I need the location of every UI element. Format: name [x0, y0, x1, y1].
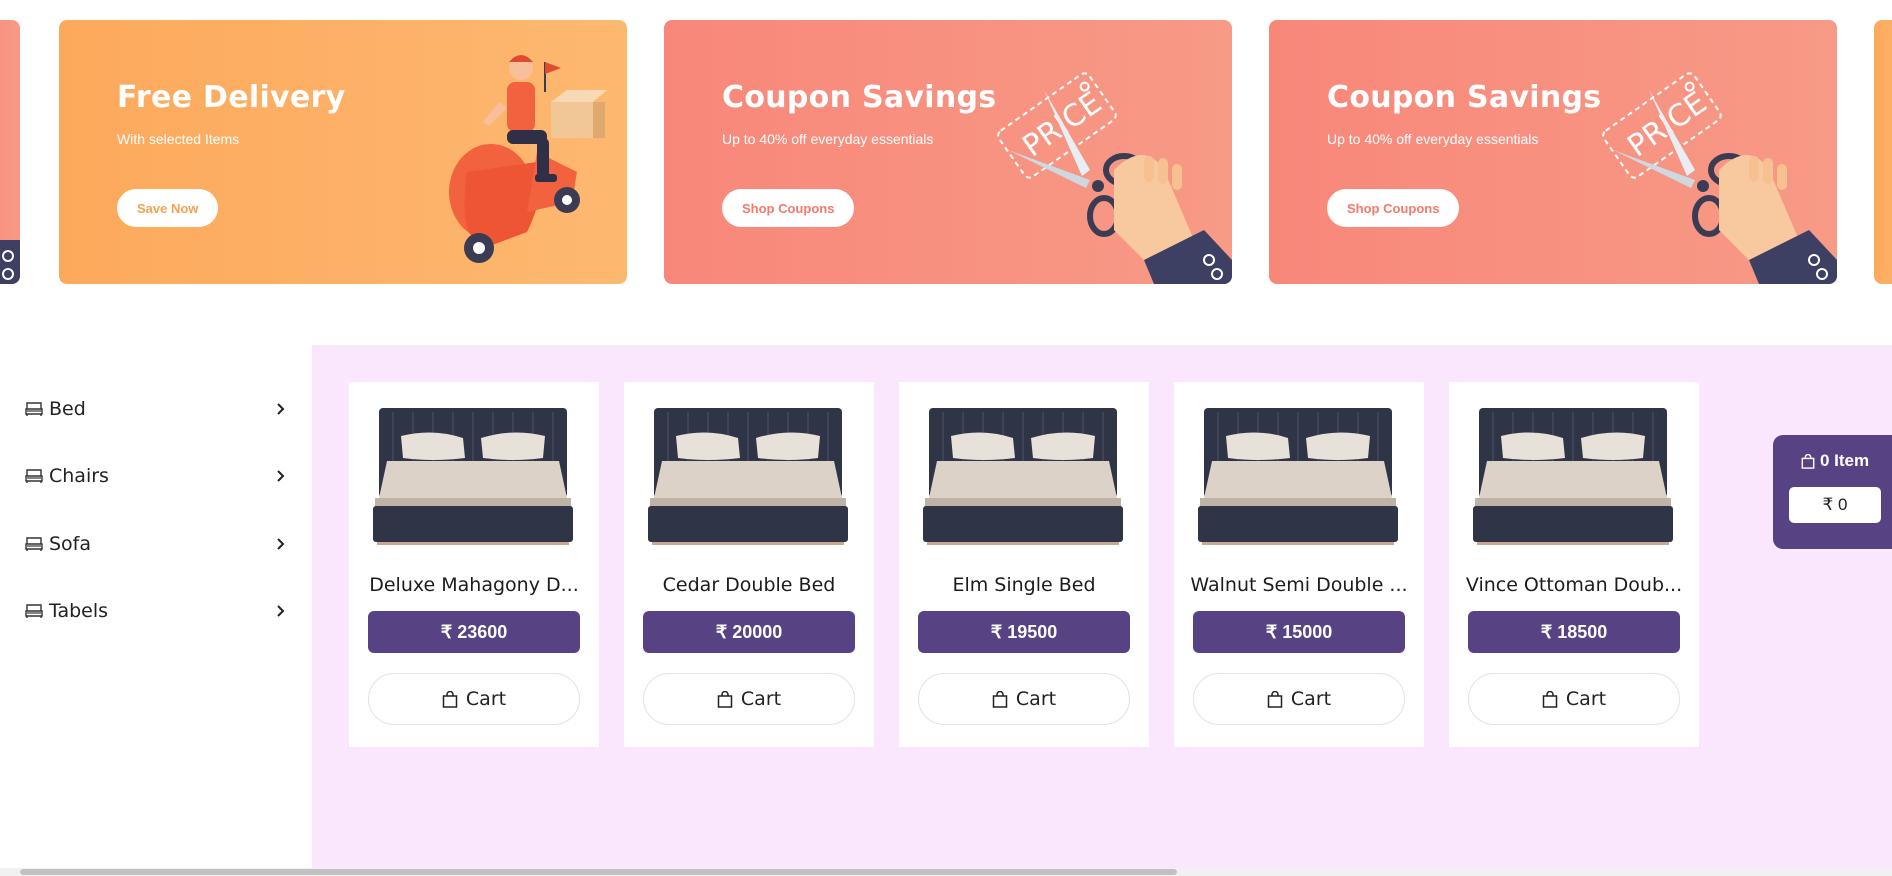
- product-card[interactable]: Walnut Semi Double ... ₹ 15000 Cart: [1174, 382, 1424, 747]
- product-name: Deluxe Mahagony D...: [369, 574, 579, 596]
- floating-cart[interactable]: 0 Item ₹ 0: [1773, 435, 1892, 549]
- product-card[interactable]: Cedar Double Bed ₹ 20000 Cart: [624, 382, 874, 747]
- sidebar-item-label: Bed: [49, 398, 86, 420]
- sidebar-item-tabels[interactable]: Tabels: [25, 596, 287, 626]
- horizontal-scrollbar[interactable]: [0, 868, 1892, 876]
- banner-subtitle: With selected Items: [117, 131, 240, 147]
- banner-subtitle: Up to 40% off everyday essentials: [1327, 131, 1539, 147]
- shopping-bag-icon: [992, 690, 1008, 708]
- add-to-cart-button[interactable]: Cart: [1193, 673, 1405, 725]
- scissors-price-tag-illustration: PRICE: [1602, 72, 1837, 284]
- bed-icon: [25, 537, 43, 551]
- chevron-right-icon: [277, 605, 285, 617]
- cart-count-label: 0 Item: [1820, 451, 1870, 470]
- product-name: Walnut Semi Double ...: [1190, 574, 1408, 596]
- add-to-cart-button[interactable]: Cart: [1468, 673, 1680, 725]
- banner-title: Coupon Savings: [1327, 80, 1602, 115]
- save-now-button[interactable]: Save Now: [117, 189, 219, 227]
- chevron-right-icon: [277, 538, 285, 550]
- sidebar-item-label: Tabels: [49, 600, 109, 622]
- product-image: [373, 408, 573, 545]
- delivery-scooter-illustration: [449, 55, 607, 263]
- product-name: Vince Ottoman Doub...: [1465, 574, 1683, 596]
- price-button[interactable]: ₹ 23600: [368, 611, 580, 653]
- banner-partial-right: [1874, 20, 1892, 284]
- bed-icon: [25, 402, 43, 416]
- price-button[interactable]: ₹ 19500: [918, 611, 1130, 653]
- banner-coupon-savings[interactable]: Coupon Savings Up to 40% off everyday es…: [1269, 20, 1837, 284]
- banner-title: Coupon Savings: [722, 80, 997, 115]
- banner-partial-left: [0, 20, 20, 284]
- product-image: [923, 408, 1123, 545]
- add-to-cart-button[interactable]: Cart: [918, 673, 1130, 725]
- shopping-bag-icon: [1542, 690, 1558, 708]
- product-image: [1198, 408, 1398, 545]
- product-card[interactable]: Vince Ottoman Doub... ₹ 18500 Cart: [1449, 382, 1699, 747]
- product-image: [1473, 408, 1673, 545]
- cart-button-label: Cart: [1290, 688, 1332, 710]
- sidebar-item-chairs[interactable]: Chairs: [25, 461, 287, 491]
- product-card[interactable]: Elm Single Bed ₹ 19500 Cart: [899, 382, 1149, 747]
- product-image: [648, 408, 848, 545]
- product-name: Cedar Double Bed: [662, 574, 836, 596]
- product-grid: Deluxe Mahagony D... ₹ 23600 Cart Cedar …: [312, 345, 1892, 876]
- price-button[interactable]: ₹ 15000: [1193, 611, 1405, 653]
- shopping-bag-icon: [717, 690, 733, 708]
- add-to-cart-button[interactable]: Cart: [368, 673, 580, 725]
- cart-button-label: Cart: [1015, 688, 1057, 710]
- add-to-cart-button[interactable]: Cart: [643, 673, 855, 725]
- sidebar-item-bed[interactable]: Bed: [25, 394, 287, 424]
- category-sidebar: Bed Chairs Sofa Tabels: [0, 345, 312, 876]
- cart-button-label: Cart: [1565, 688, 1607, 710]
- cart-button-label: Cart: [465, 688, 507, 710]
- banner-carousel[interactable]: Free Delivery With selected Items Save N…: [0, 20, 1892, 284]
- banner-subtitle: Up to 40% off everyday essentials: [722, 131, 934, 147]
- banner-coupon-savings[interactable]: Coupon Savings Up to 40% off everyday es…: [664, 20, 1232, 284]
- banner-title: Free Delivery: [117, 80, 346, 115]
- price-button[interactable]: ₹ 18500: [1468, 611, 1680, 653]
- sidebar-item-label: Chairs: [49, 465, 109, 487]
- bed-icon: [25, 469, 43, 483]
- chevron-right-icon: [277, 403, 285, 415]
- product-name: Elm Single Bed: [952, 574, 1096, 596]
- shopping-bag-icon: [1801, 453, 1815, 469]
- shop-coupons-button[interactable]: Shop Coupons: [722, 189, 855, 227]
- cart-count: 0 Item: [1801, 451, 1869, 471]
- cart-total: ₹ 0: [1789, 487, 1881, 523]
- cart-button-label: Cart: [740, 688, 782, 710]
- bed-icon: [25, 604, 43, 618]
- shopping-bag-icon: [442, 690, 458, 708]
- shop-coupons-button[interactable]: Shop Coupons: [1327, 189, 1460, 227]
- shopping-bag-icon: [1267, 690, 1283, 708]
- price-button[interactable]: ₹ 20000: [643, 611, 855, 653]
- chevron-right-icon: [277, 470, 285, 482]
- product-card[interactable]: Deluxe Mahagony D... ₹ 23600 Cart: [349, 382, 599, 747]
- sidebar-item-sofa[interactable]: Sofa: [25, 529, 287, 559]
- hand-illustration: [0, 240, 20, 284]
- scissors-price-tag-illustration: PRICE: [997, 72, 1232, 284]
- sidebar-item-label: Sofa: [49, 533, 92, 555]
- banner-free-delivery[interactable]: Free Delivery With selected Items Save N…: [59, 20, 627, 284]
- scrollbar-thumb[interactable]: [20, 869, 1177, 875]
